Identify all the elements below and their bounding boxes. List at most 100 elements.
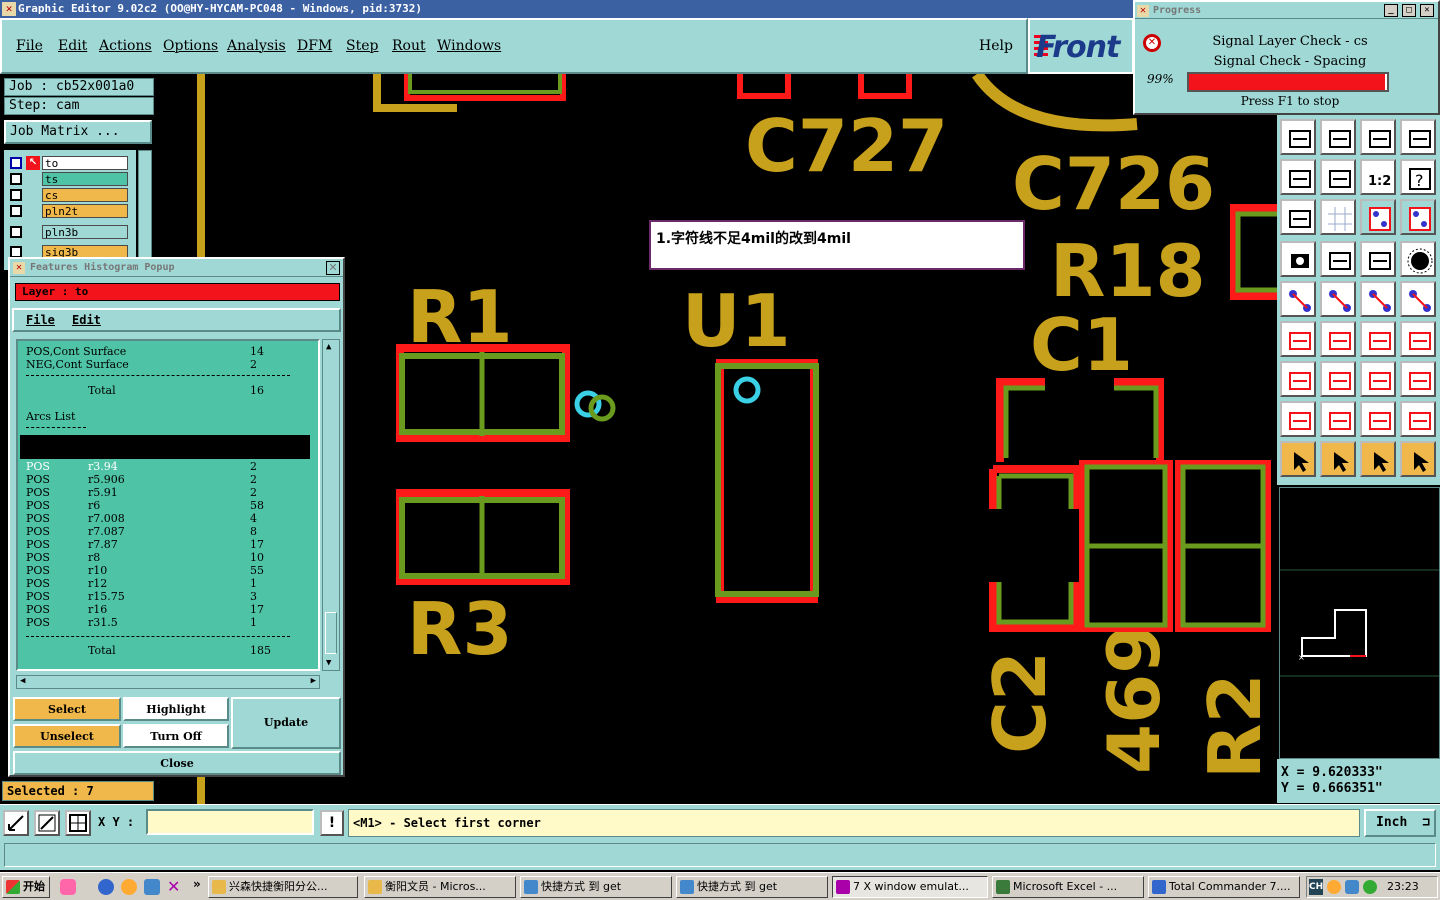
layer-row[interactable]: cs [8,188,128,202]
ie-icon[interactable] [98,879,114,895]
cross-node-icon[interactable] [1320,281,1356,317]
update-button[interactable]: Update [231,697,341,749]
pin-a-2-icon[interactable] [1360,401,1396,437]
menu-rout[interactable]: Rout [392,38,426,54]
tray-icon[interactable] [1345,880,1359,894]
pointer-area-icon[interactable] [1360,441,1396,477]
grid-icon[interactable] [1320,199,1356,235]
more-icon[interactable]: » [193,877,201,891]
xy-input[interactable] [146,809,314,835]
menu-edit[interactable]: Edit [58,38,87,54]
menu-help[interactable]: Help [979,38,1013,54]
quick-launch-icon[interactable] [144,879,160,895]
close-icon[interactable]: ✕ [326,261,340,275]
layer-pads-2-icon[interactable] [1400,199,1436,235]
select-button[interactable]: Select [13,697,121,721]
close-icon[interactable]: ✕ [1420,4,1434,17]
mirror-icon[interactable] [1400,321,1436,357]
connect-nodes-icon[interactable] [1280,281,1316,317]
units-select[interactable]: Inch ⊐ [1364,809,1436,837]
panel-left-icon[interactable] [1280,119,1316,155]
panel-right-icon[interactable] [1320,119,1356,155]
arc-row-pol: POS [26,538,50,551]
layer-pads-icon[interactable] [1360,199,1396,235]
circle-record-icon[interactable] [1400,241,1436,277]
pin-a-icon[interactable] [1320,401,1356,437]
alert-icon[interactable]: ! [320,810,344,836]
scale-1-2-icon[interactable]: 1:2 [1360,159,1396,195]
layer-row[interactable]: ↖ to [8,156,128,170]
minus-icon[interactable] [1320,361,1356,397]
tray-icon[interactable] [1363,880,1377,894]
layer-row[interactable]: pln3b [8,225,128,239]
selected-row-highlight [20,435,310,459]
menu-analysis[interactable]: Analysis [227,38,286,54]
layer-list-scrollbar[interactable] [138,150,152,270]
rotate-icon[interactable] [1360,321,1396,357]
triangle-icon[interactable] [1280,401,1316,437]
menu-options[interactable]: Options [163,38,218,54]
progress-title-bar[interactable]: ✕ Progress _ □ ✕ [1135,2,1438,19]
layer-row[interactable]: pln2t [8,204,128,218]
input-method-icon[interactable]: CH [1309,879,1323,895]
group-icon[interactable] [1400,361,1436,397]
menu-actions[interactable]: Actions [99,38,152,54]
eraser-icon[interactable] [1320,241,1356,277]
quick-launch-icon[interactable] [60,879,76,895]
angle-icon[interactable] [1280,321,1316,357]
menu-windows[interactable]: Windows [437,38,501,54]
task-button[interactable]: Total Commander 7.... [1148,876,1300,898]
quick-launch-icon[interactable] [121,879,137,895]
turn-off-button[interactable]: Turn Off [123,724,229,748]
task-button-active[interactable]: 7 X window emulat... [832,876,988,898]
slash-icon[interactable] [1320,321,1356,357]
line-node-2-icon[interactable] [1400,281,1436,317]
task-button[interactable]: 兴森快捷衡阳分公... [208,876,358,898]
line-node-icon[interactable] [1360,281,1396,317]
popup-menu-edit[interactable]: Edit [72,313,101,327]
highlight-button[interactable]: Highlight [123,697,229,721]
fit-height-icon[interactable] [1280,159,1316,195]
task-button[interactable]: Microsoft Excel - ... [992,876,1144,898]
unselect-button[interactable]: Unselect [13,724,121,748]
histogram-vertical-scrollbar[interactable]: ▲ ▼ [322,339,340,671]
task-button[interactable]: 衡阳文员 - Micros... [364,876,516,898]
snap-grid-icon[interactable] [65,810,91,836]
zoom-area-icon[interactable] [34,810,60,836]
stop-icon[interactable]: ✕ [1143,34,1161,52]
move-icon[interactable] [1280,361,1316,397]
measure-icon[interactable] [1360,361,1396,397]
arc-row-sym: r6 [88,499,101,512]
center-icon[interactable] [1320,159,1356,195]
menu-dfm[interactable]: DFM [297,38,332,54]
step-icon[interactable] [1360,119,1396,155]
menu-step[interactable]: Step [346,38,378,54]
x-emulator-icon[interactable]: ✕ [167,877,180,896]
camera-icon[interactable] [1280,241,1316,277]
layer-row[interactable]: ts [8,172,128,186]
task-button[interactable]: 快捷方式 到 get [520,876,672,898]
minimap[interactable]: × [1279,487,1440,759]
progress-line-1: Signal Layer Check - cs [1212,34,1368,49]
menu-file[interactable]: File [16,38,43,54]
job-matrix-button[interactable]: Job Matrix ... [4,120,152,144]
wrench-icon[interactable] [1280,199,1316,235]
ruler-icon[interactable] [1360,241,1396,277]
maximize-icon[interactable]: □ [1402,4,1416,17]
pointer-icon[interactable] [1280,441,1316,477]
popup-title-bar[interactable]: ✕ Features Histogram Popup ✕ [10,259,343,277]
minimize-icon[interactable]: _ [1384,4,1398,17]
pointer-select-icon[interactable] [1320,441,1356,477]
zoom-fit-icon[interactable] [3,810,29,836]
pin-a-3-icon[interactable] [1400,401,1436,437]
histogram-list[interactable]: POS,Cont Surface 14 NEG,Cont Surface 2 T… [16,339,320,671]
start-button[interactable]: 开始 [2,876,50,898]
repeat-icon[interactable] [1400,119,1436,155]
popup-menu-file[interactable]: File [26,313,55,327]
close-button[interactable]: Close [13,751,341,775]
task-button[interactable]: 快捷方式 到 get [676,876,828,898]
histogram-horizontal-scrollbar[interactable]: ◀ ▶ [16,675,320,689]
pointer-path-icon[interactable] [1400,441,1436,477]
tray-icon[interactable] [1327,880,1341,894]
help-icon[interactable]: ? [1400,159,1436,195]
